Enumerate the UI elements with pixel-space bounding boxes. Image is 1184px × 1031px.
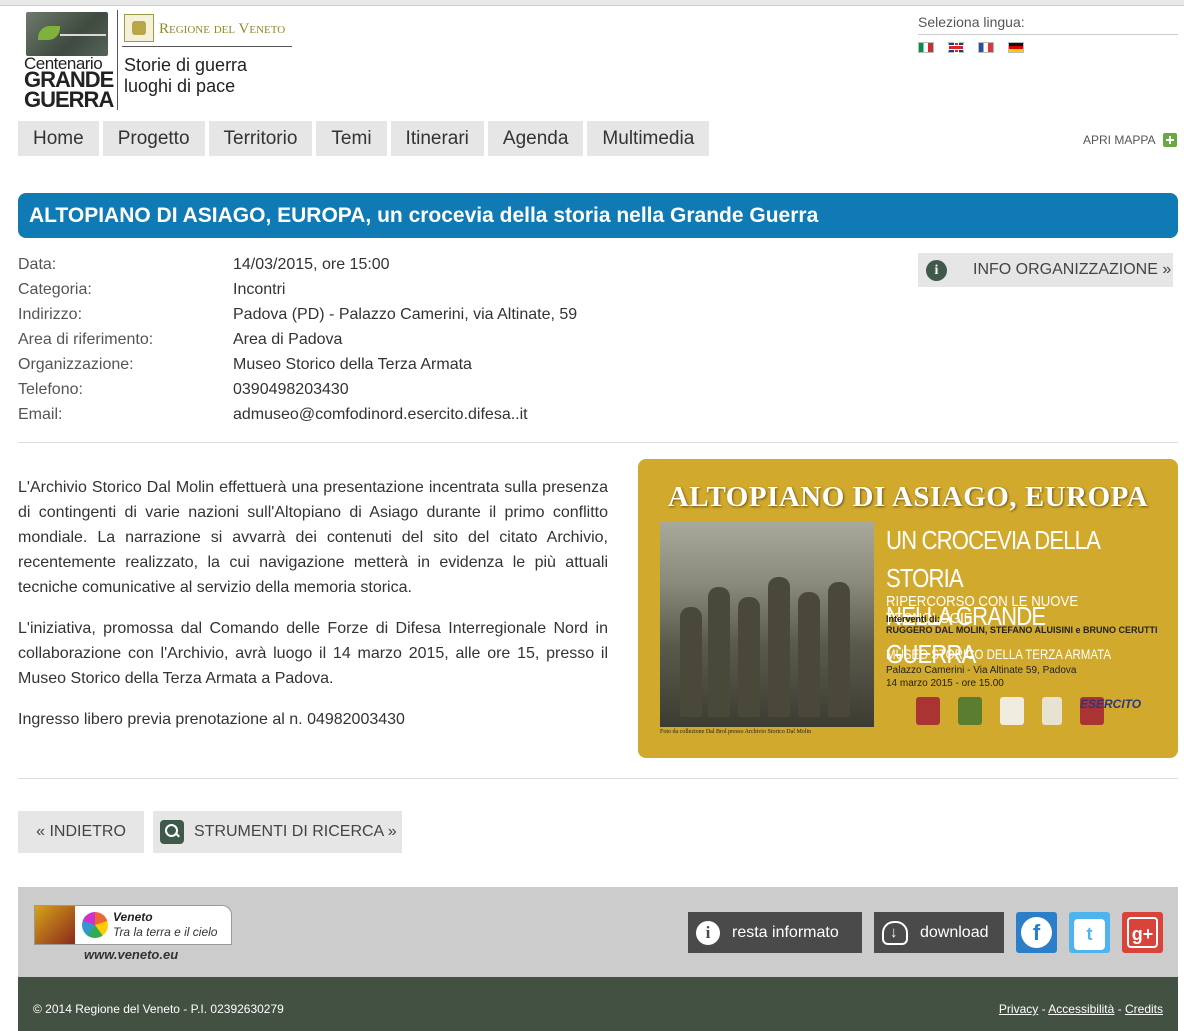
detail-row-area: Area di riferimento: Area di Padova <box>18 331 343 348</box>
poster-date: 14 marzo 2015 - ore 15.00 <box>886 678 1004 689</box>
regione-emblem-icon <box>124 14 154 42</box>
nav-item-progetto[interactable]: Progetto <box>102 121 205 156</box>
flag-it-icon[interactable] <box>918 42 934 53</box>
veneto-name: Veneto <box>113 910 153 924</box>
regione-name: Regione del Veneto <box>159 21 286 37</box>
info-organizzazione-label: INFO ORGANIZZAZIONE » <box>973 261 1172 278</box>
info-icon: i <box>926 259 947 281</box>
veneto-tourism-logo[interactable]: Veneto Tra la terra e il cielo <box>34 905 232 945</box>
google-plus-button[interactable]: g+ <box>1122 912 1163 953</box>
detail-row-email: Email: admuseo@comfodinord.esercito.difes… <box>18 406 528 423</box>
language-label: Seleziona lingua: <box>918 14 1178 35</box>
footer-links: Privacy - Accessibilità - Credits <box>998 1002 1163 1016</box>
copyright: © 2014 Regione del Veneto - P.I. 0239263… <box>33 1002 284 1016</box>
apri-mappa-label: APRI MAPPA <box>1083 133 1156 147</box>
poster-speakers: RUGGERO DAL MOLIN, STEFANO ALUISINI e BR… <box>886 625 1158 635</box>
event-description: L'Archivio Storico Dal Molin effettuerà … <box>18 475 608 748</box>
detail-row-telefono: Telefono: 0390498203430 <box>18 381 349 398</box>
logo-image <box>26 12 108 56</box>
footer: Veneto Tra la terra e il cielo www.venet… <box>18 887 1178 977</box>
language-selector: Seleziona lingua: <box>918 14 1178 53</box>
download-label: download <box>920 923 989 941</box>
nav-item-multimedia[interactable]: Multimedia <box>587 121 710 156</box>
veneto-slogan: Tra la terra e il cielo <box>113 925 218 939</box>
privacy-link[interactable]: Privacy <box>999 1002 1038 1016</box>
nav-item-temi[interactable]: Temi <box>316 121 387 156</box>
detail-row-data: Data: 14/03/2015, ore 15:00 <box>18 256 390 273</box>
twitter-button[interactable]: t <box>1069 912 1110 953</box>
apri-mappa-link[interactable]: APRI MAPPA <box>1083 133 1178 147</box>
info-organizzazione-button[interactable]: i INFO ORGANIZZAZIONE » <box>918 253 1173 287</box>
crest-icon <box>916 697 940 725</box>
nav-item-home[interactable]: Home <box>18 121 99 156</box>
centenario-grande-guerra-logo[interactable]: Centenario GRANDE GUERRA <box>24 12 114 112</box>
event-details: Data: 14/03/2015, ore 15:00 Categoria: Inc… <box>18 255 718 430</box>
facebook-icon: f <box>1021 917 1052 948</box>
cloud-download-icon <box>882 920 908 945</box>
site-tagline: Storie di guerra luoghi di pace <box>124 55 248 96</box>
poster-photo-caption: Foto da collezione Dal Brol presso Archi… <box>660 729 812 735</box>
nav-item-territorio[interactable]: Territorio <box>208 121 313 156</box>
poster-museum: MUSEO STORICO DELLA TERZA ARMATA <box>886 646 1111 662</box>
facebook-button[interactable]: f <box>1016 912 1057 953</box>
strumenti-di-ricerca-button[interactable]: STRUMENTI DI RICERCA » <box>153 811 402 853</box>
event-title: ALTOPIANO DI ASIAGO, EUROPA, un crocevia… <box>18 193 1178 238</box>
poster-soldiers-photo <box>660 522 874 727</box>
logo-divider <box>117 10 118 110</box>
veneto-url[interactable]: www.veneto.eu <box>84 947 178 962</box>
poster-sponsor-logos: ESERCITO <box>916 695 1156 727</box>
flag-de-icon[interactable] <box>1008 42 1024 53</box>
divider <box>18 442 1178 443</box>
poster-address: Palazzo Camerini - Via Altinate 59, Pado… <box>886 665 1077 676</box>
description-paragraph: L'Archivio Storico Dal Molin effettuerà … <box>18 479 608 596</box>
plus-icon <box>1163 133 1178 147</box>
browser-top-edge <box>0 0 1184 6</box>
description-paragraph: Ingresso libero previa prenotazione al n… <box>18 711 405 728</box>
info-icon: i <box>696 920 720 945</box>
resta-informato-label: resta informato <box>732 923 839 941</box>
back-button[interactable]: « INDIETRO <box>18 811 144 853</box>
nav-item-agenda[interactable]: Agenda <box>487 121 584 156</box>
resta-informato-button[interactable]: i resta informato <box>688 912 862 953</box>
google-plus-icon: g+ <box>1127 917 1158 948</box>
nav-item-itinerari[interactable]: Itinerari <box>390 121 484 156</box>
divider <box>18 778 1178 779</box>
poster-title: ALTOPIANO DI ASIAGO, EUROPA <box>667 481 1149 513</box>
lion-icon <box>35 906 75 944</box>
cross-icon <box>1042 697 1062 725</box>
esercito-logo: ESERCITO <box>1080 697 1141 725</box>
search-icon <box>160 820 184 844</box>
poster-interventi-label: Interventi di: <box>886 614 941 624</box>
star-logo-icon <box>82 912 108 938</box>
event-poster[interactable]: ALTOPIANO DI ASIAGO, EUROPA Foto da coll… <box>638 459 1178 758</box>
detail-row-indirizzo: Indirizzo: Padova (PD) - Palazzo Camerini… <box>18 306 578 323</box>
main-nav: Home Progetto Territorio Temi Itinerari … <box>18 121 710 156</box>
bottom-bar: © 2014 Regione del Veneto - P.I. 0239263… <box>18 977 1178 1031</box>
flag-fr-icon[interactable] <box>978 42 994 53</box>
logo-text-grande-guerra: GRANDE GUERRA <box>24 67 114 112</box>
shield-icon <box>958 697 982 725</box>
twitter-icon: t <box>1074 919 1105 950</box>
flag-en-icon[interactable] <box>948 42 964 53</box>
dal-molin-logo-icon <box>1000 697 1024 725</box>
detail-row-organizzazione: Organizzazione: Museo Storico della Terza… <box>18 356 472 373</box>
detail-row-categoria: Categoria: Incontri <box>18 281 286 298</box>
back-button-label: « INDIETRO <box>36 823 126 840</box>
accessibilita-link[interactable]: Accessibilità <box>1048 1002 1114 1016</box>
download-button[interactable]: download <box>874 912 1004 953</box>
credits-link[interactable]: Credits <box>1125 1002 1163 1016</box>
description-paragraph: L'iniziativa, promossa dal Comando delle… <box>18 620 608 687</box>
strumenti-di-ricerca-label: STRUMENTI DI RICERCA » <box>194 823 397 840</box>
regione-veneto-logo[interactable]: Regione del Veneto <box>122 12 292 47</box>
